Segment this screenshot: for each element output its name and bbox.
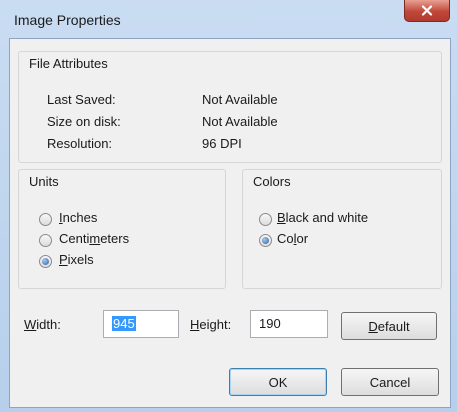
black-and-white-radio[interactable] xyxy=(259,213,272,226)
color-radio[interactable] xyxy=(259,234,272,247)
colors-group: Colors Black and white Color xyxy=(242,169,442,289)
units-group: Units Inches Centimeters Pixels xyxy=(18,169,226,289)
image-properties-dialog: Image Properties File Attributes Last Sa… xyxy=(0,0,457,412)
size-on-disk-value: Not Available xyxy=(202,114,278,129)
last-saved-label: Last Saved: xyxy=(47,92,116,107)
close-icon xyxy=(421,5,433,16)
width-input[interactable]: 945 xyxy=(103,310,179,338)
height-input[interactable]: 190 xyxy=(250,310,328,338)
resolution-value: 96 DPI xyxy=(202,136,242,151)
color-label[interactable]: Color xyxy=(277,231,308,246)
units-title: Units xyxy=(29,174,59,189)
height-label: Height: xyxy=(190,317,232,332)
file-attributes-group: File Attributes Last Saved: Not Availabl… xyxy=(18,51,442,163)
centimeters-label[interactable]: Centimeters xyxy=(59,231,129,246)
width-value: 945 xyxy=(112,316,136,331)
dialog-body: File Attributes Last Saved: Not Availabl… xyxy=(9,38,451,408)
ok-button[interactable]: OK xyxy=(229,368,327,396)
close-button[interactable] xyxy=(404,0,450,22)
size-on-disk-label: Size on disk: xyxy=(47,114,121,129)
window-title: Image Properties xyxy=(14,12,121,28)
pixels-radio[interactable] xyxy=(39,255,52,268)
last-saved-value: Not Available xyxy=(202,92,278,107)
inches-radio[interactable] xyxy=(39,213,52,226)
default-button-label: Default xyxy=(368,318,410,334)
ok-button-label: OK xyxy=(268,374,288,390)
colors-title: Colors xyxy=(253,174,291,189)
pixels-label[interactable]: Pixels xyxy=(59,252,94,267)
height-value: 190 xyxy=(259,316,281,331)
inches-label[interactable]: Inches xyxy=(59,210,97,225)
file-attributes-title: File Attributes xyxy=(29,56,108,71)
centimeters-radio[interactable] xyxy=(39,234,52,247)
black-and-white-label[interactable]: Black and white xyxy=(277,210,368,225)
cancel-button-label: Cancel xyxy=(369,374,411,390)
width-label: Width: xyxy=(24,317,61,332)
resolution-label: Resolution: xyxy=(47,136,113,151)
default-button[interactable]: Default xyxy=(341,312,437,340)
cancel-button[interactable]: Cancel xyxy=(341,368,439,396)
title-bar: Image Properties xyxy=(0,0,457,38)
